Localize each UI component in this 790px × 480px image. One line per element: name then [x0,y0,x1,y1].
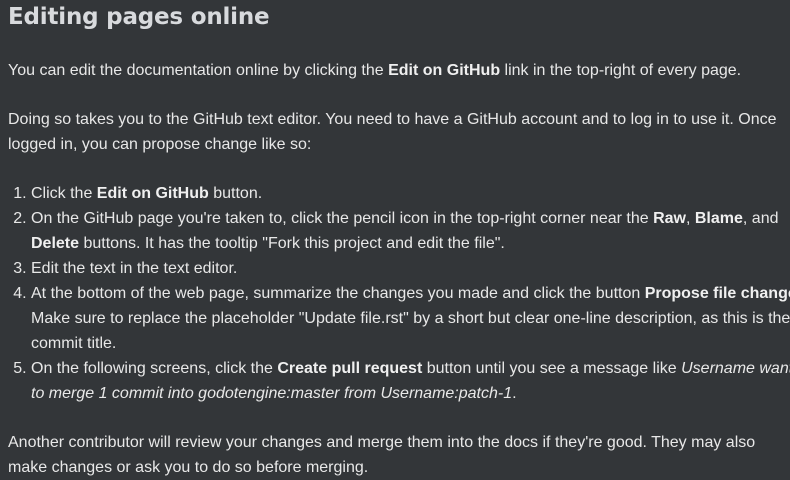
step-text: At the bottom of the web page, summarize… [31,285,645,302]
list-item: Edit the text in the text editor. [31,256,790,281]
step-text: Edit the text in the text editor. [31,260,238,277]
step-bold: Propose file change [644,285,790,302]
step-text: , [685,210,695,227]
steps-list: Click the Edit on GitHub button. On the … [8,181,790,406]
step-text: Click the [31,185,97,202]
page-title: Editing pages online [8,4,270,30]
step-bold: Create pull request [277,360,423,377]
intro-text-before: You can edit the documentation online by… [8,62,389,79]
doc-page: Editing pages online You can edit the do… [0,0,790,480]
intro-text-after: link in the top-right of every page. [500,62,742,79]
intro-paragraph: You can edit the documentation online by… [8,58,784,83]
github-editor-paragraph: Doing so takes you to the GitHub text ed… [8,111,777,153]
step-text: On the following screens, click the [31,360,278,377]
step-bold: Blame [694,210,743,227]
step-text: . [512,385,517,402]
step-text: button until you see a message like [422,360,682,377]
step-text: On the GitHub page you're taken to, clic… [31,210,654,227]
step-bold: Delete [31,235,80,252]
step-text: buttons. It has the tooltip "Fork this p… [79,235,505,252]
step-bold: Edit on GitHub [96,185,209,202]
step-text: button. [208,185,263,202]
list-item: On the GitHub page you're taken to, clic… [31,206,790,256]
list-item: On the following screens, click the Crea… [31,356,790,406]
step-text: , and [742,210,779,227]
step-bold: Raw [653,210,686,227]
intro-bold-edit-on-github: Edit on GitHub [388,62,501,79]
closing-paragraph: Another contributor will review your cha… [8,434,756,476]
list-item: Click the Edit on GitHub button. [31,181,790,206]
list-item: At the bottom of the web page, summarize… [31,281,790,356]
